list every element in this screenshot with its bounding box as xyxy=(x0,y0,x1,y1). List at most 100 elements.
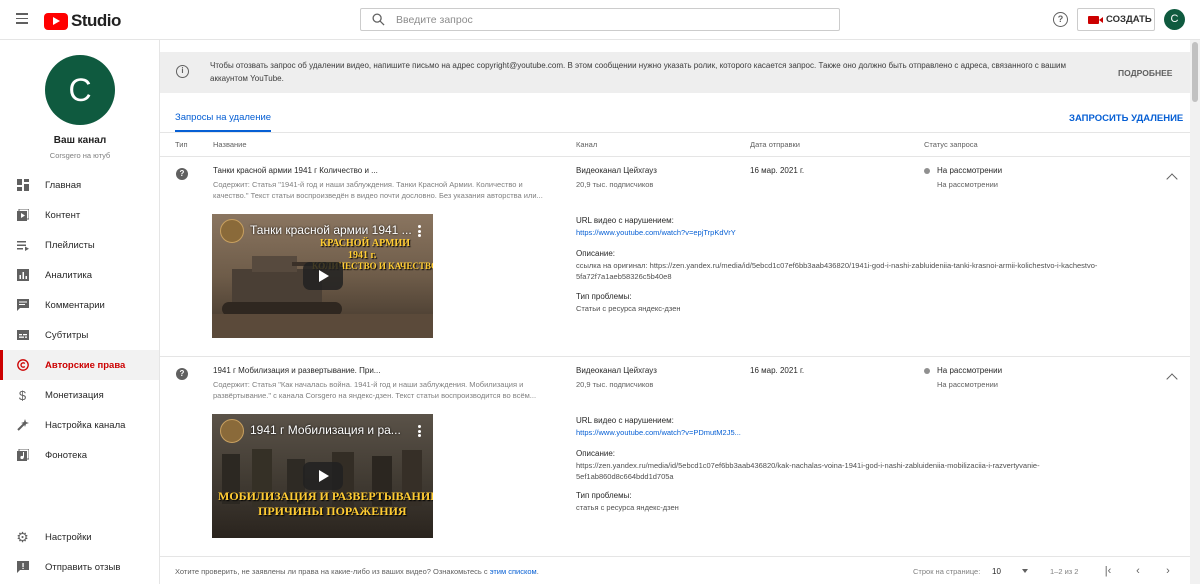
sidebar-item-settings[interactable]: ⚙ Настройки xyxy=(0,522,159,552)
overlay-text-line: ПРИЧИНЫ ПОРАЖЕНИЯ xyxy=(258,504,407,518)
status-subtext: На рассмотрении xyxy=(937,380,998,389)
dropdown-arrow-icon[interactable] xyxy=(1022,569,1028,573)
submission-date: 16 мар. 2021 г. xyxy=(750,166,805,175)
settings-icon: ⚙ xyxy=(16,528,29,545)
video-thumbnail[interactable]: Танки красной армии 1941 ... КРАСНОЙ АРМ… xyxy=(212,214,433,338)
row-divider xyxy=(160,556,1190,557)
url-label: URL видео с нарушением: xyxy=(576,416,674,425)
create-button[interactable]: СОЗДАТЬ xyxy=(1077,8,1155,31)
overlay-text-line: КРАСНОЙ АРМИИ xyxy=(320,238,410,249)
problem-type-label: Тип проблемы: xyxy=(576,491,632,500)
status-text: На рассмотрении xyxy=(937,166,1003,175)
problem-type-value: статья с ресурса яндекс-дзен xyxy=(576,503,679,512)
youtube-logo-icon xyxy=(44,12,68,30)
search-box[interactable] xyxy=(360,8,840,31)
feedback-icon xyxy=(16,561,29,574)
search-input[interactable] xyxy=(396,12,826,28)
channel-logo xyxy=(220,219,244,243)
top-bar: Studio ? СОЗДАТЬ С xyxy=(0,0,1200,40)
tabs-divider xyxy=(160,132,1190,133)
claims-list-link[interactable]: этим списком xyxy=(490,567,537,576)
request-removal-button[interactable]: ЗАПРОСИТЬ УДАЛЕНИЕ xyxy=(1069,113,1183,124)
sidebar-item-label: Контент xyxy=(45,209,81,221)
channel-avatar[interactable]: С xyxy=(45,55,115,125)
video-title[interactable]: Танки красной армии 1941 г Количество и … xyxy=(213,166,378,175)
submission-date: 16 мар. 2021 г. xyxy=(750,366,805,375)
sidebar-item-audio-library[interactable]: Фонотека xyxy=(0,440,159,470)
subtitles-icon xyxy=(16,329,29,342)
play-button-icon[interactable] xyxy=(303,262,343,290)
sidebar-item-analytics[interactable]: Аналитика xyxy=(0,260,159,290)
sidebar-item-label: Монетизация xyxy=(45,389,104,401)
url-label: URL видео с нарушением: xyxy=(576,216,674,225)
previous-page-icon[interactable]: ‹ xyxy=(1130,564,1146,578)
infringing-video-url[interactable]: https://www.youtube.com/watch?v=PDmutM2J… xyxy=(576,428,741,437)
sidebar-item-label: Главная xyxy=(45,179,82,191)
channel-name[interactable]: Видеоканал Цейхгауз xyxy=(576,366,657,375)
learn-more-button[interactable]: ПОДРОБНЕЕ xyxy=(1118,68,1172,78)
video-description: Содержит: Статья "Как началась война. 19… xyxy=(213,380,537,400)
sidebar: С Ваш канал Corsgero на ютуб Главная Кон… xyxy=(0,40,160,584)
info-icon: i xyxy=(176,65,189,78)
channel-subtitle: Corsgero на ютуб xyxy=(49,151,111,160)
video-description: Содержит: Статья "1941-й год и наши забл… xyxy=(213,180,543,200)
sidebar-item-subtitles[interactable]: Субтитры xyxy=(0,320,159,350)
unknown-type-icon: ? xyxy=(176,168,188,180)
status-dot-icon xyxy=(924,168,930,174)
sidebar-item-label: Комментарии xyxy=(45,299,105,311)
sidebar-item-monetization[interactable]: $ Монетизация xyxy=(0,380,159,410)
column-header-type[interactable]: Тип xyxy=(175,140,188,149)
footer-note: Хотите проверить, не заявлены ли права н… xyxy=(175,567,539,576)
infringing-video-url[interactable]: https://www.youtube.com/watch?v=epjTrpKd… xyxy=(576,228,736,237)
studio-logo[interactable]: Studio xyxy=(44,11,121,31)
row-divider xyxy=(160,356,1190,357)
sidebar-item-content[interactable]: Контент xyxy=(0,200,159,230)
channel-logo xyxy=(220,419,244,443)
sidebar-item-dashboard[interactable]: Главная xyxy=(0,170,159,200)
sidebar-item-comments[interactable]: Комментарии xyxy=(0,290,159,320)
sidebar-item-label: Отправить отзыв xyxy=(45,561,121,573)
account-avatar[interactable]: С xyxy=(1164,9,1185,30)
header-divider xyxy=(160,156,1190,157)
sidebar-item-copyright[interactable]: Авторские права xyxy=(0,350,159,380)
first-page-icon[interactable]: |‹ xyxy=(1100,564,1116,578)
help-icon[interactable]: ? xyxy=(1053,12,1068,27)
channel-name[interactable]: Видеоканал Цейхгауз xyxy=(576,166,657,175)
column-header-channel[interactable]: Канал xyxy=(576,140,597,149)
rows-per-page-select[interactable]: 10 xyxy=(992,567,1001,576)
column-header-date[interactable]: Дата отправки xyxy=(750,140,800,149)
more-options-icon[interactable] xyxy=(418,425,421,437)
chevron-up-icon[interactable] xyxy=(1166,373,1178,385)
description-value: ссылка на оригинал: https://zen.yandex.r… xyxy=(576,261,1098,281)
tab-removal-requests[interactable]: Запросы на удаление xyxy=(175,112,271,123)
column-header-status[interactable]: Статус запроса xyxy=(924,140,978,149)
unknown-type-icon: ? xyxy=(176,368,188,380)
subscriber-count: 20,9 тыс. подписчиков xyxy=(576,180,654,189)
status-dot-icon xyxy=(924,368,930,374)
column-header-name[interactable]: Название xyxy=(213,140,247,149)
sidebar-item-feedback[interactable]: Отправить отзыв xyxy=(0,552,159,582)
thumbnail-video-title: Танки красной армии 1941 ... xyxy=(250,223,412,237)
sidebar-item-customization[interactable]: Настройка канала xyxy=(0,410,159,440)
sidebar-item-label: Субтитры xyxy=(45,329,89,341)
customization-icon xyxy=(16,419,29,432)
comments-icon xyxy=(16,299,29,312)
overlay-text-line: МОБИЛИЗАЦИЯ И РАЗВЕРТЫВАНИЕ xyxy=(218,489,433,503)
page-range: 1–2 из 2 xyxy=(1050,567,1079,576)
scrollbar-thumb[interactable] xyxy=(1192,42,1198,102)
sidebar-item-playlists[interactable]: Плейлисты xyxy=(0,230,159,260)
scrollbar[interactable] xyxy=(1190,40,1200,584)
video-thumbnail[interactable]: 1941 г Мобилизация и ра... МОБИЛИЗАЦИЯ И… xyxy=(212,414,433,538)
rows-per-page-label: Строк на странице: xyxy=(913,567,981,576)
thumbnail-video-title: 1941 г Мобилизация и ра... xyxy=(250,423,401,437)
video-title[interactable]: 1941 г Мобилизация и развертывание. При.… xyxy=(213,366,380,375)
play-button-icon[interactable] xyxy=(303,462,343,490)
status-text: На рассмотрении xyxy=(937,366,1003,375)
description-label: Описание: xyxy=(576,249,616,258)
chevron-up-icon[interactable] xyxy=(1166,173,1178,185)
next-page-icon[interactable]: › xyxy=(1160,564,1176,578)
menu-icon[interactable] xyxy=(16,13,28,24)
sidebar-item-label: Фонотека xyxy=(45,449,88,461)
more-options-icon[interactable] xyxy=(418,225,421,237)
description-label: Описание: xyxy=(576,449,616,458)
